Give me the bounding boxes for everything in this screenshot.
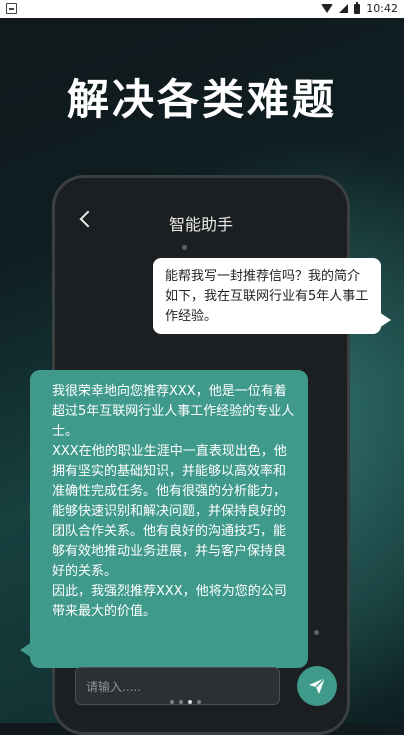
assistant-paragraph: 我很荣幸地向您推荐XXX，他是一位有着超过5年互联网行业人事工作经验的专业人士。 [52, 384, 295, 439]
signal-icon [339, 4, 349, 13]
user-message-bubble: 能帮我写一封推荐信吗？我的简介如下，我在互联网行业有5年人事工作经验。 [153, 258, 391, 334]
battery-icon [354, 1, 361, 14]
assistant-message-bubble: 我很荣幸地向您推荐XXX，他是一位有着超过5年互联网行业人事工作经验的专业人士。… [20, 370, 308, 668]
pager-dot [170, 700, 174, 704]
assistant-paragraph: XXX在他的职业生涯中一直表现出色，他拥有坚实的基础知识，并能够以高效率和准确性… [52, 444, 287, 579]
send-button[interactable] [297, 666, 337, 706]
assistant-paragraph: 因此，我强烈推荐XXX，他将为您的公司带来最大的价值。 [52, 584, 287, 619]
app-notification-icon [6, 3, 17, 14]
phone-title: 智能助手 [168, 215, 233, 234]
status-icons: 10:42 [321, 1, 398, 15]
status-bar: 10:42 [0, 0, 404, 18]
pager-dot [197, 700, 201, 704]
paper-plane-icon [309, 677, 326, 694]
wifi-icon [321, 4, 334, 13]
camera-dot [182, 245, 187, 250]
user-message-text: 能帮我写一封推荐信吗？我的简介如下，我在互联网行业有5年人事工作经验。 [165, 269, 369, 324]
pager-dots [170, 700, 201, 704]
promo-headline: 解决各类难题 [66, 75, 337, 124]
pager-dot-active [188, 700, 192, 704]
pager-dot [179, 700, 183, 704]
sensor-dot [314, 630, 319, 635]
message-input-placeholder: 请输入..... [86, 680, 142, 694]
status-time: 10:42 [366, 2, 398, 15]
